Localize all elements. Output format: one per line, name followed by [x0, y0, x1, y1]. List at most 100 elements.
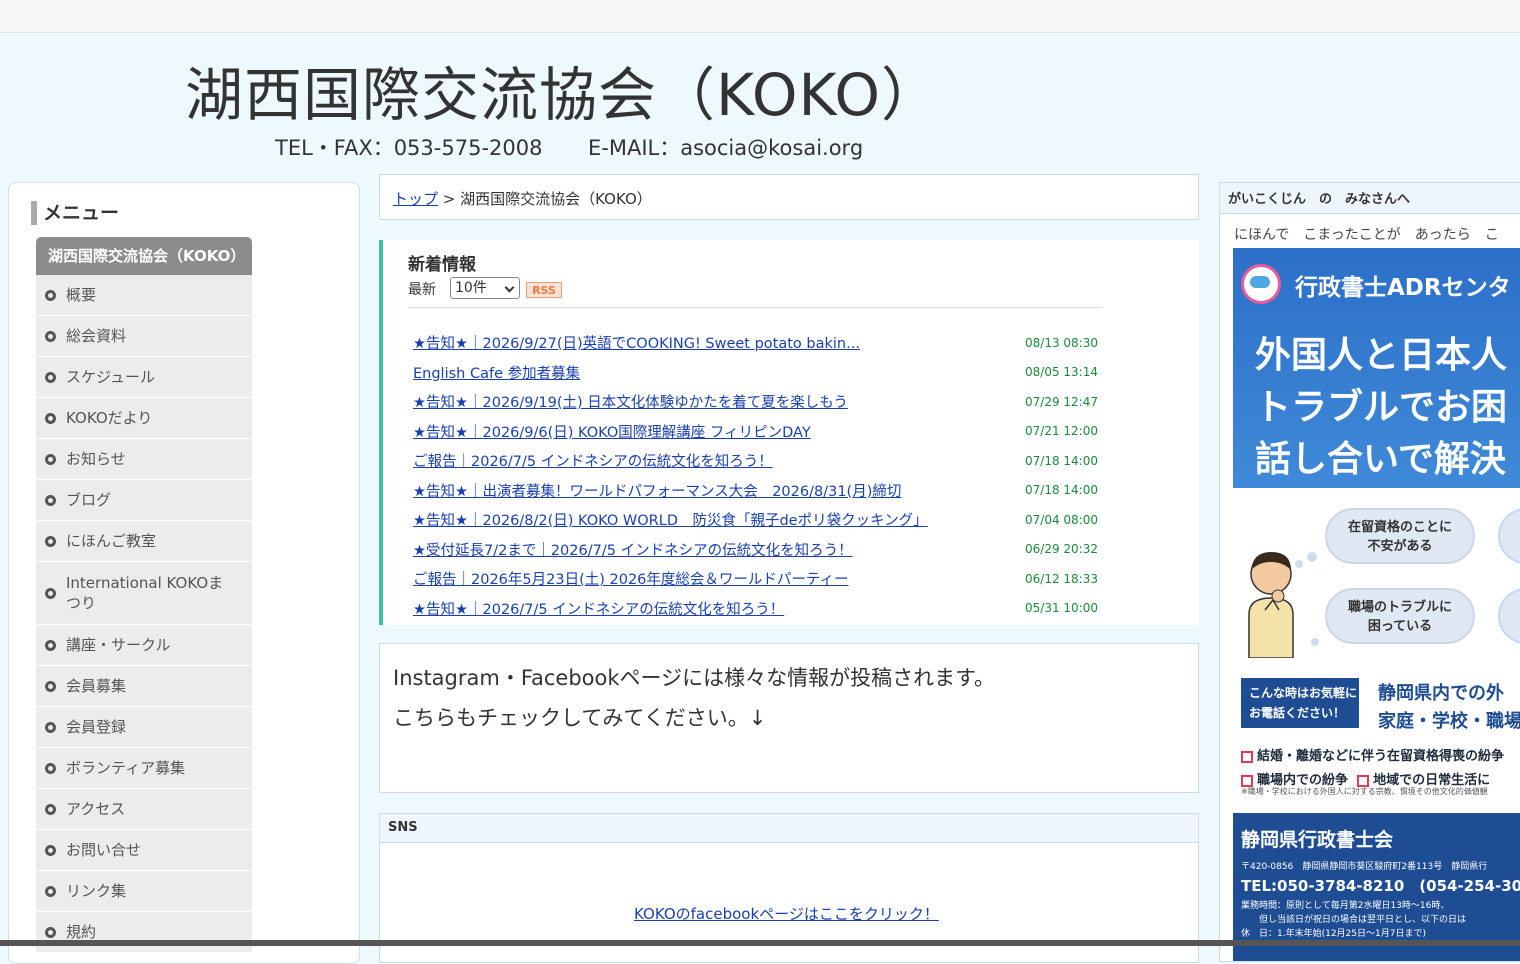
- browser-top-bar: [0, 0, 1520, 33]
- news-item: ★受付延長7/2まで｜2026/7/5 インドネシアの伝統文化を知ろう！ 06/2…: [413, 535, 1103, 565]
- news-item: ご報告｜2026/7/5 インドネシアの伝統文化を知ろう！ 07/18 14:00: [413, 446, 1103, 476]
- handshake-logo-icon: [1241, 264, 1281, 304]
- bullet-ring-icon: [45, 535, 56, 547]
- news-item-date: 05/31 10:00: [1025, 601, 1098, 616]
- bullet-ring-icon: [45, 412, 56, 424]
- thinking-person-icon: [1248, 552, 1294, 658]
- thought-dot: [1311, 638, 1319, 646]
- news-item-link[interactable]: ★告知★｜2026/9/6(日) KOKO国際理解講座 フィリピンDAY: [413, 421, 811, 442]
- banner-illustration: 在留資格のことに 不安がある 職場のトラブルに 困っている: [1233, 488, 1520, 673]
- menu-item-label: お問い合せ: [66, 841, 142, 859]
- bullet-ring-icon: [45, 721, 56, 733]
- check-item-text: 結婚・離婚などに伴う在留資格得喪の紛争: [1257, 749, 1505, 764]
- news-item-link[interactable]: ★受付延長7/2まで｜2026/7/5 インドネシアの伝統文化を知ろう！: [413, 539, 853, 560]
- bullet-ring-icon: [45, 289, 56, 301]
- contact-email: E-MAIL：asocia@kosai.org: [588, 136, 864, 160]
- menu-item-overview[interactable]: 概要: [36, 275, 252, 316]
- menu-item-blog[interactable]: ブログ: [36, 480, 252, 521]
- adr-center-banner[interactable]: 行政書士ADRセンタ 外国人と日本人 トラブルでお困 話し合いで解決 在留資格の…: [1233, 248, 1520, 961]
- right-sidebar-heading: がいこくじん の みなさんへ: [1220, 183, 1520, 214]
- menu-item-notices[interactable]: お知らせ: [36, 439, 252, 480]
- menu-item-member-register[interactable]: 会員登録: [36, 707, 252, 748]
- news-item-link[interactable]: ★告知★｜2026/8/2(日) KOKO WORLD 防災食「親子deポリ袋ク…: [413, 509, 928, 530]
- menu-item-courses[interactable]: 講座・サークル: [36, 625, 252, 666]
- banner-header: 行政書士ADRセンタ 外国人と日本人 トラブルでお困 話し合いで解決: [1233, 248, 1520, 488]
- news-item-link[interactable]: ★告知★｜2026/9/19(土) 日本文化体験ゆかたを着て夏を楽しもう: [413, 391, 848, 412]
- call-prompt: こんな時はお気軽に お電話ください！: [1241, 678, 1359, 728]
- news-item: ★告知★｜2026/8/2(日) KOKO WORLD 防災食「親子deポリ袋ク…: [413, 505, 1103, 535]
- banner-subtitle-1: 静岡県内での外: [1378, 683, 1504, 704]
- breadcrumb-separator: >: [438, 190, 461, 208]
- news-item-link[interactable]: English Cafe 参加者募集: [413, 362, 580, 383]
- menu-item-label: 会員登録: [66, 718, 127, 736]
- sidebar-menu: メニュー 湖西国際交流協会（KOKO） 概要 総会資料 スケジュール KOKOだ…: [8, 182, 360, 964]
- bullet-ring-icon: [45, 803, 56, 815]
- news-item-date: 06/29 20:32: [1025, 542, 1098, 557]
- news-latest-label: 最新: [408, 282, 436, 298]
- instagram-notice-line1: Instagram・Facebookページには様々な情報が投稿されます。: [393, 666, 995, 690]
- concern-bubble-text: 職場のトラブルに 困っている: [1347, 600, 1452, 634]
- bullet-ring-icon: [45, 587, 56, 599]
- menu-item-label: 概要: [66, 286, 97, 304]
- concern-bubble-work: 職場のトラブルに 困っている: [1325, 588, 1475, 644]
- news-count-select[interactable]: 10件: [450, 277, 520, 299]
- menu-heading: メニュー: [31, 201, 119, 225]
- menu-item-member-recruit[interactable]: 会員募集: [36, 666, 252, 707]
- news-divider: [408, 307, 1103, 308]
- menu-item-newsletter[interactable]: KOKOだより: [36, 398, 252, 439]
- concern-bubble-visa: 在留資格のことに 不安がある: [1325, 508, 1475, 564]
- menu-item-rules[interactable]: 規約: [36, 912, 252, 953]
- breadcrumb: トップ > 湖西国際交流協会（KOKO）: [379, 174, 1199, 220]
- news-item: ★告知★｜出演者募集！ワールドパフォーマンス大会 2026/8/31(月)締切 0…: [413, 476, 1103, 506]
- menu-item-label: ブログ: [66, 491, 112, 509]
- news-list: ★告知★｜2026/9/27(日)英語でCOOKING! Sweet potat…: [413, 328, 1103, 623]
- news-item-link[interactable]: ★告知★｜2026/7/5 インドネシアの伝統文化を知ろう！: [413, 598, 784, 619]
- check-item-1: 結婚・離婚などに伴う在留資格得喪の紛争: [1241, 745, 1504, 764]
- thought-dot: [1295, 560, 1303, 568]
- menu-item-schedule[interactable]: スケジュール: [36, 357, 252, 398]
- menu-item-label: 総会資料: [66, 327, 127, 345]
- sns-heading: SNS: [380, 814, 1198, 843]
- menu-item-contact[interactable]: お問い合せ: [36, 830, 252, 871]
- menu-item-japanese-class[interactable]: にほんご教室: [36, 521, 252, 562]
- menu-item-label: 会員募集: [66, 677, 127, 695]
- news-item-link[interactable]: ★告知★｜出演者募集！ワールドパフォーマンス大会 2026/8/31(月)締切: [413, 480, 901, 501]
- association-hours: 業務時間：原則として毎月第2水曜日13時～16時、 但し当該日が祝日の場合は翌平…: [1241, 899, 1466, 941]
- menu-item-koko-festival[interactable]: International KOKOまつり: [36, 562, 252, 625]
- menu-item-label: アクセス: [66, 800, 126, 818]
- fine-print: ※職場・学校における外国人に対する宗教、慣境その他文化的価値観: [1241, 787, 1488, 796]
- news-item: ご報告｜2026年5月23日(土) 2026年度総会＆ワールドパーティー 06/1…: [413, 564, 1103, 594]
- banner-headline-2: トラブルでお困: [1255, 386, 1508, 428]
- taskbar-edge: [0, 940, 1520, 946]
- menu-item-label: お知らせ: [66, 450, 126, 468]
- menu-item-koko-active[interactable]: 湖西国際交流協会（KOKO）: [36, 237, 252, 275]
- news-item-link[interactable]: ご報告｜2026/7/5 インドネシアの伝統文化を知ろう！: [413, 450, 773, 471]
- menu-item-links[interactable]: リンク集: [36, 871, 252, 912]
- menu-item-label: International KOKOまつり: [66, 574, 224, 612]
- banner-brand: 行政書士ADRセンタ: [1295, 275, 1511, 301]
- rss-badge[interactable]: RSS: [526, 282, 562, 298]
- news-item-date: 08/13 08:30: [1025, 335, 1098, 350]
- news-item-link[interactable]: ★告知★｜2026/9/27(日)英語でCOOKING! Sweet potat…: [413, 332, 860, 353]
- concern-bubble-text: 在留資格のことに 不安がある: [1347, 520, 1452, 554]
- news-item-link[interactable]: ご報告｜2026年5月23日(土) 2026年度総会＆ワールドパーティー: [413, 568, 849, 589]
- menu-item-volunteer[interactable]: ボランティア募集: [36, 748, 252, 789]
- thought-dot: [1307, 552, 1317, 562]
- news-item-date: 07/18 14:00: [1025, 483, 1098, 498]
- contact-tel: TEL・FAX：053-575-2008: [275, 136, 543, 160]
- facebook-page-link[interactable]: KOKOのfacebookページはここをクリック！: [634, 903, 939, 924]
- menu-item-general-meeting[interactable]: 総会資料: [36, 316, 252, 357]
- bullet-ring-icon: [45, 762, 56, 774]
- hours-line: 但し当該日が祝日の場合は翌平日とし、以下の日は: [1241, 915, 1467, 925]
- news-item: ★告知★｜2026/9/19(土) 日本文化体験ゆかたを着て夏を楽しもう 07/2…: [413, 387, 1103, 417]
- concern-bubble-cut: [1498, 508, 1520, 564]
- news-item-date: 07/21 12:00: [1025, 424, 1098, 439]
- menu-item-access[interactable]: アクセス: [36, 789, 252, 830]
- news-item: ★告知★｜2026/9/27(日)英語でCOOKING! Sweet potat…: [413, 328, 1103, 358]
- breadcrumb-home-link[interactable]: トップ: [393, 190, 438, 208]
- hours-line: 休 日：1.年末年始(12月25日～1月7日まで): [1241, 929, 1426, 939]
- concern-bubble-cut: [1498, 588, 1520, 644]
- right-sidebar: がいこくじん の みなさんへ にほんで こまったことが あったら こ 行政書士A…: [1219, 182, 1520, 962]
- menu-item-label: KOKOだより: [66, 409, 153, 427]
- association-address: 〒420-0856 静岡県静岡市葵区駿府町2番113号 静岡県行: [1241, 862, 1488, 872]
